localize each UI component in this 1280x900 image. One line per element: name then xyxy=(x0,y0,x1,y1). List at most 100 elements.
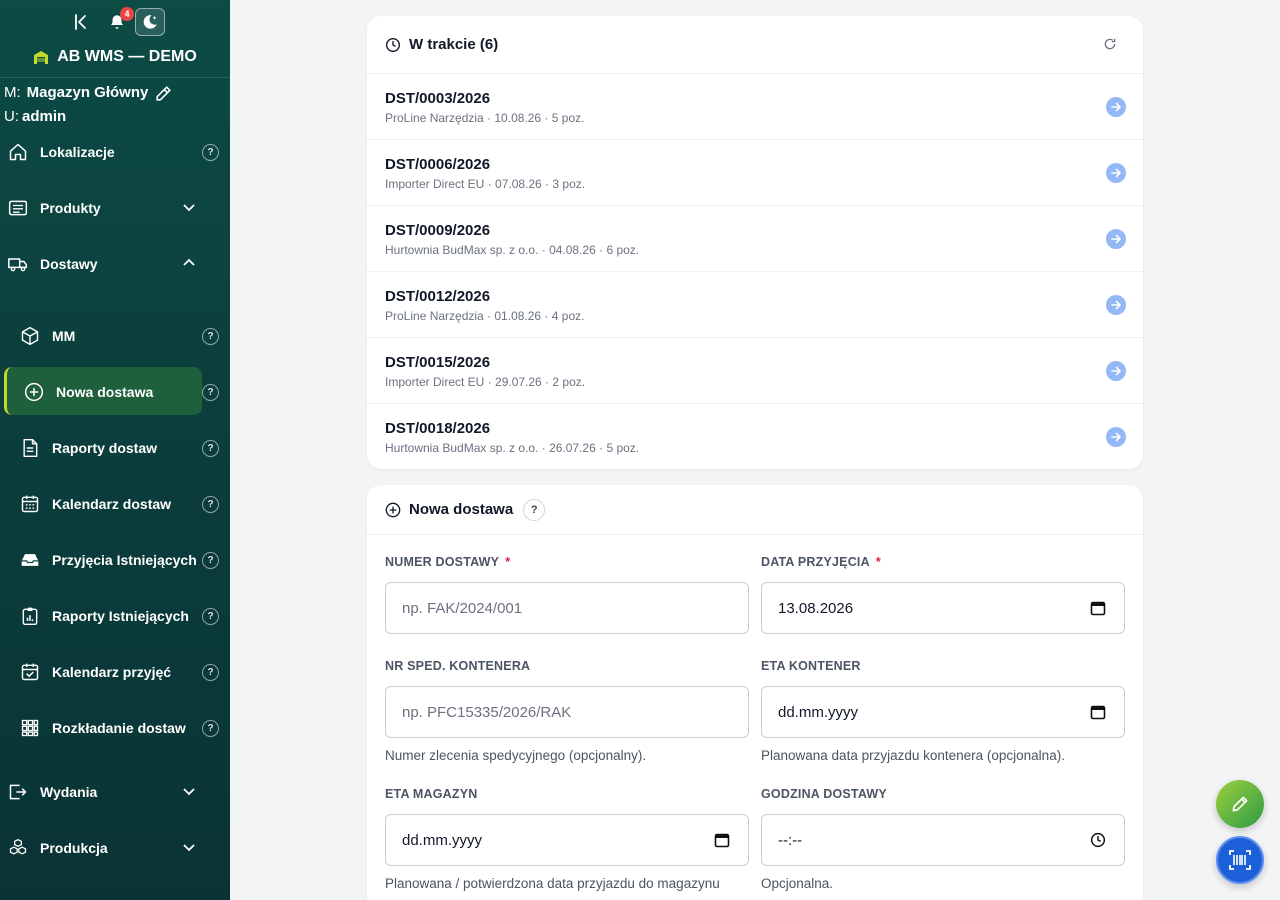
document-icon xyxy=(20,438,40,458)
nav-kalendarz-dostaw[interactable]: Kalendarz dostaw ? xyxy=(0,480,230,528)
nav-przyjecia-istniejacych[interactable]: Przyjęcia Istniejących ? xyxy=(0,536,230,584)
boxes-icon xyxy=(8,838,28,858)
data-przyjecia-input[interactable]: 13.08.2026 xyxy=(761,582,1125,634)
calendar-grid-icon xyxy=(20,494,40,514)
collapse-sidebar-button[interactable] xyxy=(70,10,92,34)
in-progress-list: DST/0003/2026 ProLine Narzędzia · 10.08.2… xyxy=(367,74,1143,470)
nr-sped-input[interactable]: np. PFC15335/2026/RAK xyxy=(385,686,749,738)
clock-icon xyxy=(385,37,401,53)
nav-produkcja[interactable]: Produkcja xyxy=(0,824,230,872)
delivery-row[interactable]: DST/0018/2026 Hurtownia BudMax sp. z o.o.… xyxy=(367,404,1143,470)
edit-warehouse-button[interactable] xyxy=(154,84,173,103)
nav-raporty-istniejacych[interactable]: Raporty Istniejących ? xyxy=(0,592,230,640)
help-icon[interactable]: ? xyxy=(202,551,219,569)
field-eta-kontener: ETA KONTENER dd.mm.yyyy Planowana data p… xyxy=(761,659,1125,765)
nav-label: Przyjęcia Istniejących xyxy=(52,552,197,568)
help-icon[interactable]: ? xyxy=(202,663,219,681)
nav-label: Nowa dostawa xyxy=(56,384,154,400)
open-delivery-button[interactable] xyxy=(1106,295,1126,315)
nav-nowa-dostawa[interactable]: Nowa dostawa ? xyxy=(0,368,230,416)
field-eta-magazyn: ETA MAGAZYN dd.mm.yyyy Planowana / potwi… xyxy=(385,787,749,893)
godzina-dostawy-input[interactable]: --:-- xyxy=(761,814,1125,866)
help-icon[interactable]: ? xyxy=(202,383,219,401)
truck-icon xyxy=(8,254,28,274)
nav-label: Raporty Istniejących xyxy=(52,608,189,624)
help-icon[interactable]: ? xyxy=(202,439,219,457)
help-icon[interactable]: ? xyxy=(202,143,219,161)
delivery-row[interactable]: DST/0006/2026 Importer Direct EU · 07.08.… xyxy=(367,140,1143,206)
delivery-row[interactable]: DST/0012/2026 ProLine Narzędzia · 01.08.2… xyxy=(367,272,1143,338)
open-delivery-button[interactable] xyxy=(1106,427,1126,447)
in-progress-title: W trakcie (6) xyxy=(409,36,499,53)
edit-fab-button[interactable] xyxy=(1216,780,1264,828)
nav-label: MM xyxy=(52,328,76,344)
field-label: DATA PRZYJĘCIA xyxy=(761,555,870,569)
warehouse-prefix: M: xyxy=(4,84,21,101)
moon-icon xyxy=(143,15,157,29)
calendar-icon[interactable] xyxy=(1090,704,1106,724)
nav-wydania[interactable]: Wydania xyxy=(0,768,230,816)
delivery-number: DST/0009/2026 xyxy=(385,222,491,239)
new-delivery-header: Nowa dostawa ? xyxy=(367,485,1143,535)
nav-dostawy[interactable]: Dostawy xyxy=(0,240,230,288)
clock-icon[interactable] xyxy=(1090,832,1106,852)
help-icon[interactable]: ? xyxy=(202,719,219,737)
home-icon xyxy=(8,142,28,162)
open-delivery-button[interactable] xyxy=(1106,163,1126,183)
delivery-details: ProLine Narzędzia · 01.08.26 · 4 poz. xyxy=(385,309,585,323)
delivery-details: Hurtownia BudMax sp. z o.o. · 26.07.26 ·… xyxy=(385,441,640,455)
calendar-check-icon xyxy=(20,662,40,682)
open-delivery-button[interactable] xyxy=(1106,97,1126,117)
field-label: ETA KONTENER xyxy=(761,659,861,673)
delivery-row[interactable]: DST/0015/2026 Importer Direct EU · 29.07.… xyxy=(367,338,1143,404)
user-prefix: U: xyxy=(4,108,19,125)
delivery-row[interactable]: DST/0003/2026 ProLine Narzędzia · 10.08.2… xyxy=(367,74,1143,140)
brand-name: AB WMS — DEMO xyxy=(57,48,197,65)
barcode-scan-button[interactable] xyxy=(1216,836,1264,884)
arrow-right-icon xyxy=(1111,300,1121,310)
list-icon xyxy=(8,198,28,218)
required-mark: * xyxy=(875,555,881,569)
numer-dostawy-input[interactable]: np. FAK/2024/001 xyxy=(385,582,749,634)
notification-badge: 4 xyxy=(120,7,134,21)
notifications-button[interactable]: 4 xyxy=(106,7,134,34)
theme-toggle-button[interactable] xyxy=(135,8,165,36)
plus-circle-icon xyxy=(385,502,401,518)
calendar-icon[interactable] xyxy=(1090,600,1106,620)
field-label: NR SPED. KONTENERA xyxy=(385,659,531,673)
help-icon[interactable]: ? xyxy=(202,495,219,513)
nav-label: Rozkładanie dostaw xyxy=(52,720,186,736)
arrow-right-icon xyxy=(1111,234,1121,244)
nav-raporty-dostaw[interactable]: Raporty dostaw ? xyxy=(0,424,230,472)
chevron-down-icon xyxy=(182,200,196,217)
field-label: ETA MAGAZYN xyxy=(385,787,478,801)
nav-mm[interactable]: MM ? xyxy=(0,312,230,360)
help-icon[interactable]: ? xyxy=(202,327,219,345)
refresh-button[interactable] xyxy=(1103,37,1117,55)
calendar-icon[interactable] xyxy=(714,832,730,852)
new-delivery-title: Nowa dostawa xyxy=(409,501,514,518)
barcode-scan-icon xyxy=(1229,850,1251,870)
nav-label: Wydania xyxy=(40,784,98,800)
nav-kalendarz-przyjec[interactable]: Kalendarz przyjęć ? xyxy=(0,648,230,696)
eta-kontener-input[interactable]: dd.mm.yyyy xyxy=(761,686,1125,738)
field-help: Planowana / potwierdzona data przyjazdu … xyxy=(385,876,720,891)
collapse-icon xyxy=(75,14,86,30)
arrow-right-icon xyxy=(1111,168,1121,178)
eta-magazyn-input[interactable]: dd.mm.yyyy xyxy=(385,814,749,866)
delivery-row[interactable]: DST/0009/2026 Hurtownia BudMax sp. z o.o.… xyxy=(367,206,1143,272)
help-icon[interactable]: ? xyxy=(202,607,219,625)
field-label: GODZINA DOSTAWY xyxy=(761,787,887,801)
open-delivery-button[interactable] xyxy=(1106,361,1126,381)
in-progress-card: W trakcie (6) DST/0003/2026 ProLine Narzę… xyxy=(367,16,1143,469)
nav-label: Lokalizacje xyxy=(40,144,115,160)
field-numer-dostawy: NUMER DOSTAWY * np. FAK/2024/001 xyxy=(385,555,749,634)
nav-label: Produkcja xyxy=(40,840,108,856)
time-value: --:-- xyxy=(778,831,803,849)
open-delivery-button[interactable] xyxy=(1106,229,1126,249)
nav-produkty[interactable]: Produkty xyxy=(0,184,230,232)
nav-rozkladanie-dostaw[interactable]: Rozkładanie dostaw ? xyxy=(0,704,230,752)
nav-lokalizacje[interactable]: Lokalizacje ? xyxy=(0,128,230,176)
help-icon[interactable]: ? xyxy=(523,498,546,521)
clipboard-chart-icon xyxy=(20,606,40,626)
